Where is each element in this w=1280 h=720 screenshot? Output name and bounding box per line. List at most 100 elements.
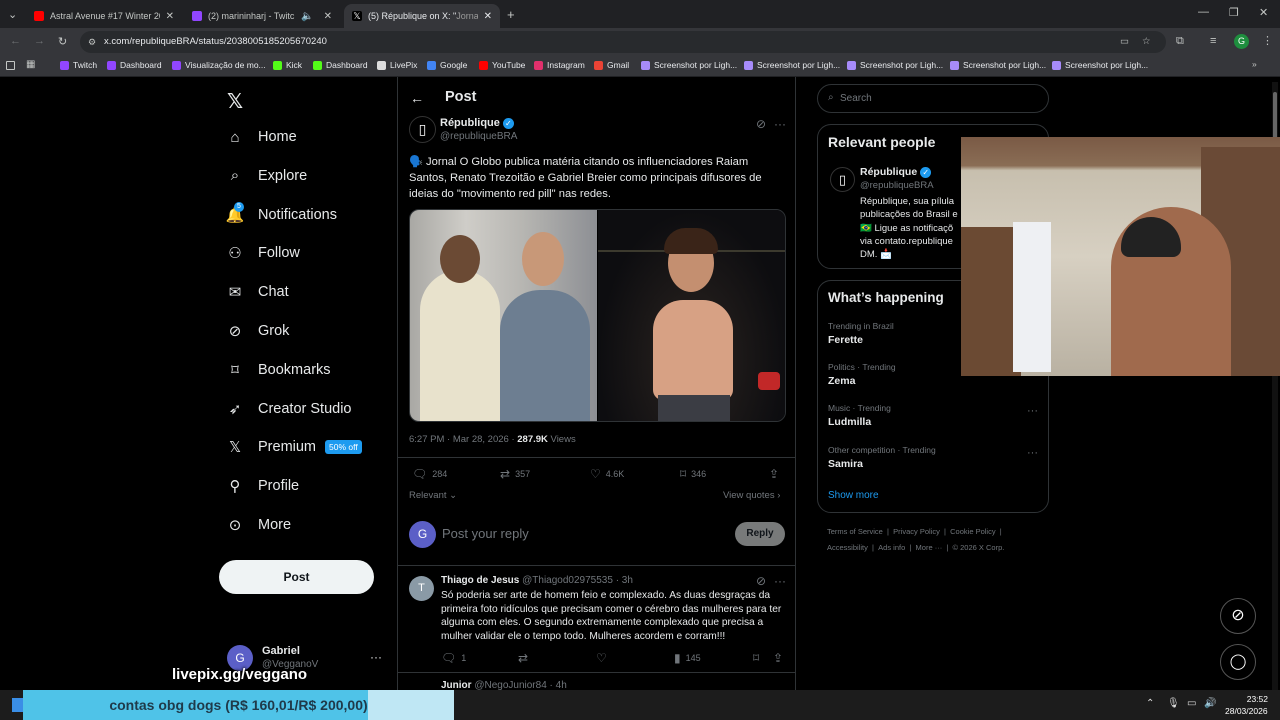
comment-avatar[interactable]: T [409,576,434,601]
star-icon[interactable]: ☆ [1142,31,1151,53]
comment-repost-action[interactable]: ⇄ [518,651,533,665]
site-info-icon[interactable]: ⚙ [88,31,96,53]
comment-author[interactable]: Thiago de Jesus [441,575,519,586]
reply-button[interactable]: Reply [735,522,785,546]
nav-item-follow[interactable]: ⚇ Follow [226,244,300,262]
author-avatar[interactable]: ▯ [409,116,436,143]
profile-avatar[interactable]: G [1234,34,1249,49]
comment-bookmark-action[interactable]: ⌑ [753,651,764,665]
close-icon[interactable]: ✕ [484,11,492,22]
bookmark-item[interactable]: Screenshot por Ligh... [950,60,1046,70]
trend-more-icon[interactable]: ··· [1027,447,1038,459]
trend-name[interactable]: Zema [828,375,855,387]
photo-left[interactable] [410,210,597,421]
author-name[interactable]: République ✓ [440,117,514,129]
tray-chevron-icon[interactable]: ⌃ [1146,698,1154,709]
x-logo-icon[interactable]: 𝕏 [227,89,243,114]
trend-more-icon[interactable]: ··· [1027,405,1038,417]
tab-x[interactable]: 𝕏 (5) République on X: "Jorna ✕ [344,4,500,28]
view-quotes-link[interactable]: View quotes › [723,490,780,501]
trend-name[interactable]: Ludmilla [828,416,871,428]
post-media[interactable] [409,209,786,422]
person-name[interactable]: République ✓ [860,166,932,178]
nav-item-more[interactable]: ⊙ More [226,516,291,534]
tab-youtube[interactable]: Astral Avenue #17 Winter 2026 ✕ [26,4,182,28]
comment-handle[interactable]: @Thiagod02975535 [522,575,613,586]
bookmark-item[interactable]: Dashboard [313,60,368,70]
extensions-icon[interactable]: ⧉ [1176,35,1184,48]
back-icon[interactable]: ← [10,35,21,47]
nav-item-explore[interactable]: ⌕ Explore [226,167,307,185]
trend-name[interactable]: Ferette [828,334,863,346]
person-handle[interactable]: @republiqueBRA [860,180,934,191]
search-input[interactable]: ⌕ Search [817,84,1049,113]
bookmark-item[interactable]: Gmail [594,60,629,70]
nav-item-notifications[interactable]: 🔔 5 Notifications [226,201,337,224]
post-more-icon[interactable]: ··· [774,117,786,131]
grid-icon[interactable]: ▦ [26,59,35,70]
bookmark-item[interactable]: Screenshot por Ligh... [1052,60,1148,70]
tab-twitch[interactable]: (2) marininharj - Twitch 🔈 ✕ [184,4,340,28]
author-handle[interactable]: @republiqueBRA [440,131,517,142]
nav-item-premium[interactable]: 𝕏 Premium 50% off [226,438,362,456]
forward-icon[interactable]: → [34,35,45,47]
bookmark-item[interactable]: Visualização de mo... [172,60,266,70]
volume-icon[interactable]: 🔊 [1204,698,1216,709]
grok-icon[interactable]: ⊘ [756,117,766,131]
close-icon[interactable]: ✕ [324,11,332,22]
photo-right[interactable] [598,210,785,421]
scrollbar-thumb[interactable] [1273,92,1277,142]
bookmark-item[interactable]: Twitch [60,60,97,70]
back-arrow-icon[interactable]: ← [410,90,424,106]
bookmark-item[interactable]: Dashboard [107,60,162,70]
nav-item-home[interactable]: ⌂ Home [226,128,296,146]
comment-reply-action[interactable]: 🗨 1 [441,651,466,665]
like-action[interactable]: ♡ 4.6K [590,467,624,481]
repost-action[interactable]: ⇄ 357 [500,467,530,481]
account-more-icon[interactable]: ··· [370,650,382,664]
new-tab-icon[interactable]: + [507,7,515,22]
account-name[interactable]: Gabriel [262,645,300,657]
nav-item-chat[interactable]: ✉ Chat [226,283,289,301]
bookmark-item[interactable]: Google [427,60,467,70]
clock-time[interactable]: 23:52 [1236,694,1268,704]
reply-action[interactable]: 🗨 284 [412,467,447,481]
comment-more-icon[interactable]: ··· [774,574,786,588]
sort-dropdown[interactable]: Relevant ⌄ [409,490,457,501]
cast-icon[interactable]: ▭ [1120,31,1129,53]
comment-views-action[interactable]: ▮ 145 [674,651,701,665]
menu-icon[interactable]: ⋮ [1262,34,1273,47]
bookmark-item[interactable]: Kick [273,60,302,70]
media-icon[interactable]: ≡ [1210,35,1216,47]
apps-icon[interactable] [6,61,15,70]
bookmark-action[interactable]: ⌑ 346 [680,467,706,481]
bookmark-item[interactable]: Screenshot por Ligh... [744,60,840,70]
nav-item-profile[interactable]: ⚲ Profile [226,477,300,495]
comment-like-action[interactable]: ♡ [596,651,612,665]
microphone-icon[interactable]: 🎙 [1167,698,1180,709]
share-action[interactable]: ⇪ [769,467,784,481]
bookmark-item[interactable]: Screenshot por Ligh... [847,60,943,70]
show-more-link[interactable]: Show more [828,490,879,501]
nav-item-bookmarks[interactable]: ⌑ Bookmarks [226,361,330,379]
bookmark-item[interactable]: LivePix [377,60,417,70]
nav-item-grok[interactable]: ⊘ Grok [226,322,290,340]
restore-icon[interactable]: ❐ [1229,6,1239,19]
comment-share-action[interactable]: ⇪ [773,651,788,665]
grok-float-icon[interactable]: ⊘ [1220,598,1256,634]
reload-icon[interactable]: ↻ [58,35,67,48]
close-icon[interactable]: ✕ [166,11,174,22]
url-field[interactable]: ⚙ x.com/republiqueBRA/status/20380051852… [80,31,1166,53]
grok-icon[interactable]: ⊘ [756,574,766,588]
person-avatar[interactable]: ▯ [830,167,855,192]
post-button[interactable]: Post [219,560,374,594]
nav-item-creator-studio[interactable]: ➶ Creator Studio [226,400,352,418]
chat-float-icon[interactable]: ◯ [1220,644,1256,680]
network-icon[interactable]: ▭ [1187,698,1196,709]
tab-search-icon[interactable]: ⌄ [8,8,17,21]
reply-input[interactable]: Post your reply [442,526,529,541]
bookmark-item[interactable]: Screenshot por Ligh... [641,60,737,70]
speaker-icon[interactable]: 🔈 [301,11,313,22]
window-close-icon[interactable]: ✕ [1259,6,1268,19]
more-bookmarks-icon[interactable]: » [1252,59,1257,69]
